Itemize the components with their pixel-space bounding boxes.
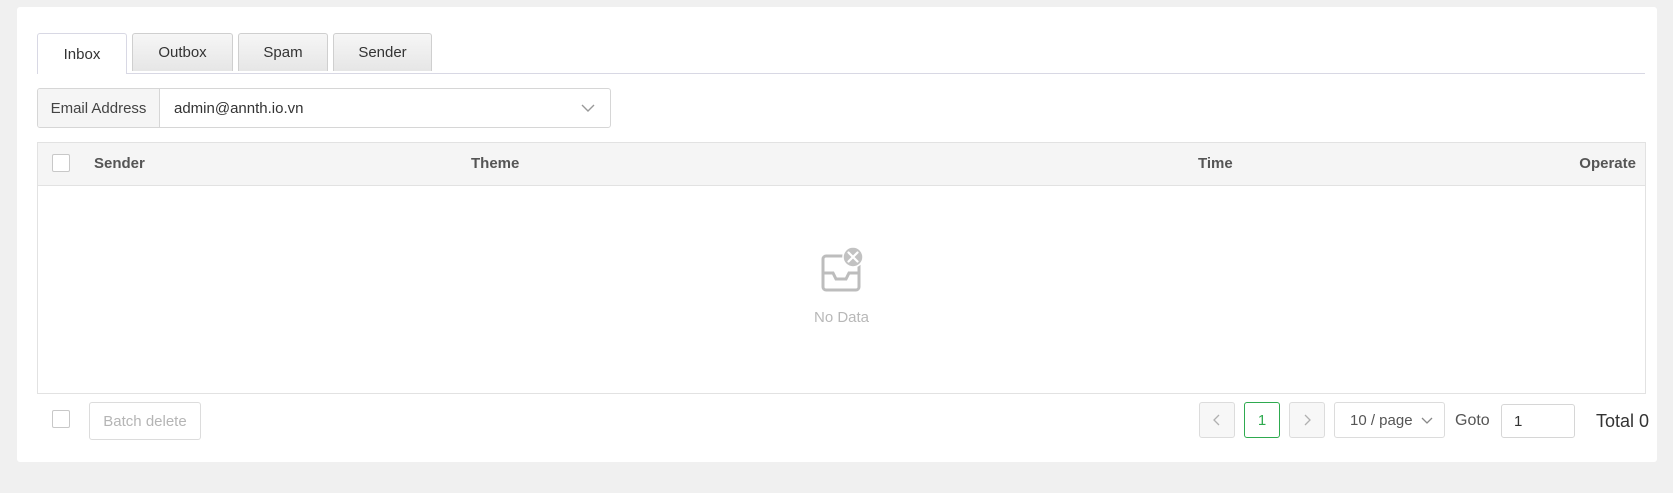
tab-outbox[interactable]: Outbox <box>132 33 233 71</box>
email-address-select[interactable]: admin@annth.io.vn <box>160 89 610 127</box>
goto-page-input[interactable]: 1 <box>1501 404 1575 438</box>
footer-select-all-checkbox[interactable] <box>52 410 70 428</box>
tab-sender[interactable]: Sender <box>333 33 432 71</box>
table-header: Sender Theme Time Operate <box>38 143 1645 186</box>
page-number-button[interactable]: 1 <box>1244 402 1280 438</box>
total-count: Total 0 <box>1596 411 1650 431</box>
prev-page-button[interactable] <box>1199 402 1235 438</box>
batch-delete-button[interactable]: Batch delete <box>89 402 201 440</box>
next-page-button[interactable] <box>1289 402 1325 438</box>
column-header-time: Time <box>1198 155 1233 172</box>
mail-panel: Inbox Outbox Spam Sender Email Address a… <box>17 7 1657 462</box>
page-size-value: 10 / page <box>1350 411 1413 429</box>
column-header-sender: Sender <box>94 155 145 172</box>
tab-inbox[interactable]: Inbox <box>37 33 127 74</box>
page-size-select[interactable]: 10 / page <box>1334 402 1445 438</box>
chevron-right-icon <box>1304 414 1311 426</box>
column-header-theme: Theme <box>471 155 520 172</box>
goto-label: Goto <box>1455 412 1490 429</box>
mail-table: Sender Theme Time Operate No Data <box>37 142 1646 394</box>
tab-bar: Inbox Outbox Spam Sender <box>37 27 1645 74</box>
column-header-operate: Operate <box>1579 155 1636 172</box>
empty-state-text: No Data <box>813 309 870 326</box>
chevron-down-icon <box>581 104 595 112</box>
chevron-down-icon <box>1421 417 1433 424</box>
empty-inbox-icon <box>821 247 864 292</box>
email-address-value: admin@annth.io.vn <box>174 99 304 117</box>
tab-spam[interactable]: Spam <box>238 33 328 71</box>
email-address-filter: Email Address admin@annth.io.vn <box>37 88 611 128</box>
chevron-left-icon <box>1213 414 1220 426</box>
email-address-label: Email Address <box>38 89 160 127</box>
select-all-checkbox[interactable] <box>52 154 70 172</box>
empty-state: No Data <box>38 185 1645 393</box>
